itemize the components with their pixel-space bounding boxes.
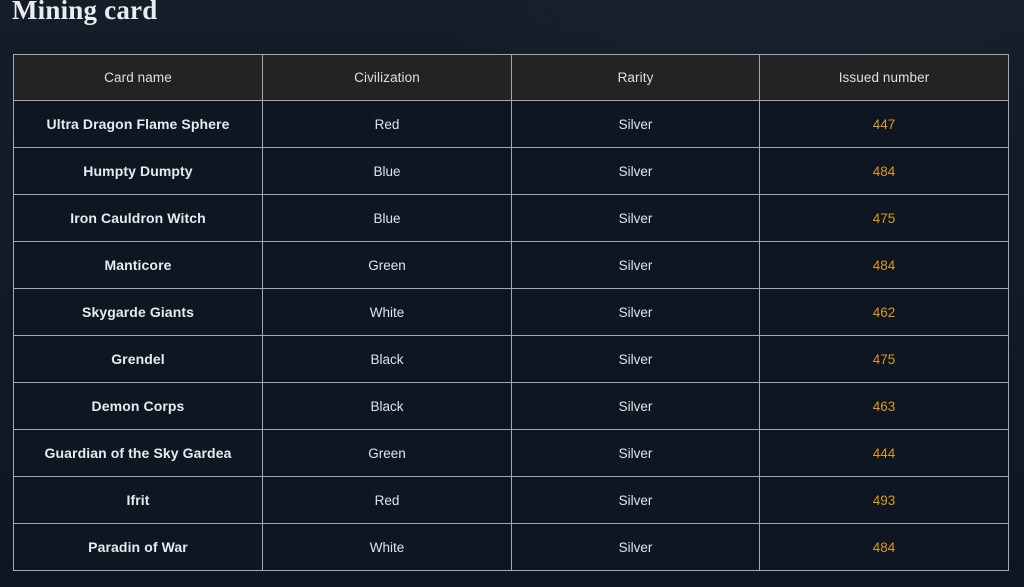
cell-civilization: Red [263,101,512,148]
page-root: Mining card Card name Civilization Rarit… [0,0,1024,587]
cell-card-name: Ifrit [14,477,263,524]
cell-civilization: Green [263,430,512,477]
cell-rarity: Silver [512,524,760,571]
cell-card-name: Demon Corps [14,383,263,430]
cell-issued-number: 463 [760,383,1009,430]
table-header: Card name Civilization Rarity Issued num… [14,55,1009,101]
table-row[interactable]: ManticoreGreenSilver484 [14,242,1009,289]
cell-card-name: Humpty Dumpty [14,148,263,195]
cell-civilization: Blue [263,195,512,242]
cell-rarity: Silver [512,242,760,289]
cell-issued-number: 475 [760,336,1009,383]
table-row[interactable]: Guardian of the Sky GardeaGreenSilver444 [14,430,1009,477]
cell-civilization: Green [263,242,512,289]
cell-rarity: Silver [512,477,760,524]
table-row[interactable]: Skygarde GiantsWhiteSilver462 [14,289,1009,336]
cell-civilization: White [263,289,512,336]
column-header-issued-number[interactable]: Issued number [760,55,1009,101]
cell-rarity: Silver [512,148,760,195]
mining-card-table-container: Card name Civilization Rarity Issued num… [13,54,1008,571]
cell-rarity: Silver [512,289,760,336]
cell-civilization: Blue [263,148,512,195]
cell-civilization: Red [263,477,512,524]
table-header-row: Card name Civilization Rarity Issued num… [14,55,1009,101]
table-row[interactable]: GrendelBlackSilver475 [14,336,1009,383]
cell-issued-number: 484 [760,524,1009,571]
cell-issued-number: 484 [760,242,1009,289]
cell-issued-number: 493 [760,477,1009,524]
cell-issued-number: 484 [760,148,1009,195]
cell-rarity: Silver [512,383,760,430]
cell-issued-number: 475 [760,195,1009,242]
column-header-card-name[interactable]: Card name [14,55,263,101]
cell-issued-number: 447 [760,101,1009,148]
table-row[interactable]: Ultra Dragon Flame SphereRedSilver447 [14,101,1009,148]
cell-card-name: Grendel [14,336,263,383]
cell-card-name: Guardian of the Sky Gardea [14,430,263,477]
table-row[interactable]: Demon CorpsBlackSilver463 [14,383,1009,430]
cell-rarity: Silver [512,336,760,383]
cell-civilization: Black [263,336,512,383]
cell-rarity: Silver [512,195,760,242]
cell-civilization: White [263,524,512,571]
table-row[interactable]: Humpty DumptyBlueSilver484 [14,148,1009,195]
column-header-rarity[interactable]: Rarity [512,55,760,101]
cell-rarity: Silver [512,101,760,148]
table-row[interactable]: Paradin of WarWhiteSilver484 [14,524,1009,571]
cell-rarity: Silver [512,430,760,477]
cell-issued-number: 444 [760,430,1009,477]
cell-card-name: Paradin of War [14,524,263,571]
cell-issued-number: 462 [760,289,1009,336]
cell-card-name: Skygarde Giants [14,289,263,336]
mining-card-table: Card name Civilization Rarity Issued num… [13,54,1009,571]
table-row[interactable]: Iron Cauldron WitchBlueSilver475 [14,195,1009,242]
cell-card-name: Manticore [14,242,263,289]
page-title: Mining card [12,0,157,27]
table-body: Ultra Dragon Flame SphereRedSilver447Hum… [14,101,1009,571]
column-header-civilization[interactable]: Civilization [263,55,512,101]
table-row[interactable]: IfritRedSilver493 [14,477,1009,524]
cell-civilization: Black [263,383,512,430]
cell-card-name: Iron Cauldron Witch [14,195,263,242]
cell-card-name: Ultra Dragon Flame Sphere [14,101,263,148]
